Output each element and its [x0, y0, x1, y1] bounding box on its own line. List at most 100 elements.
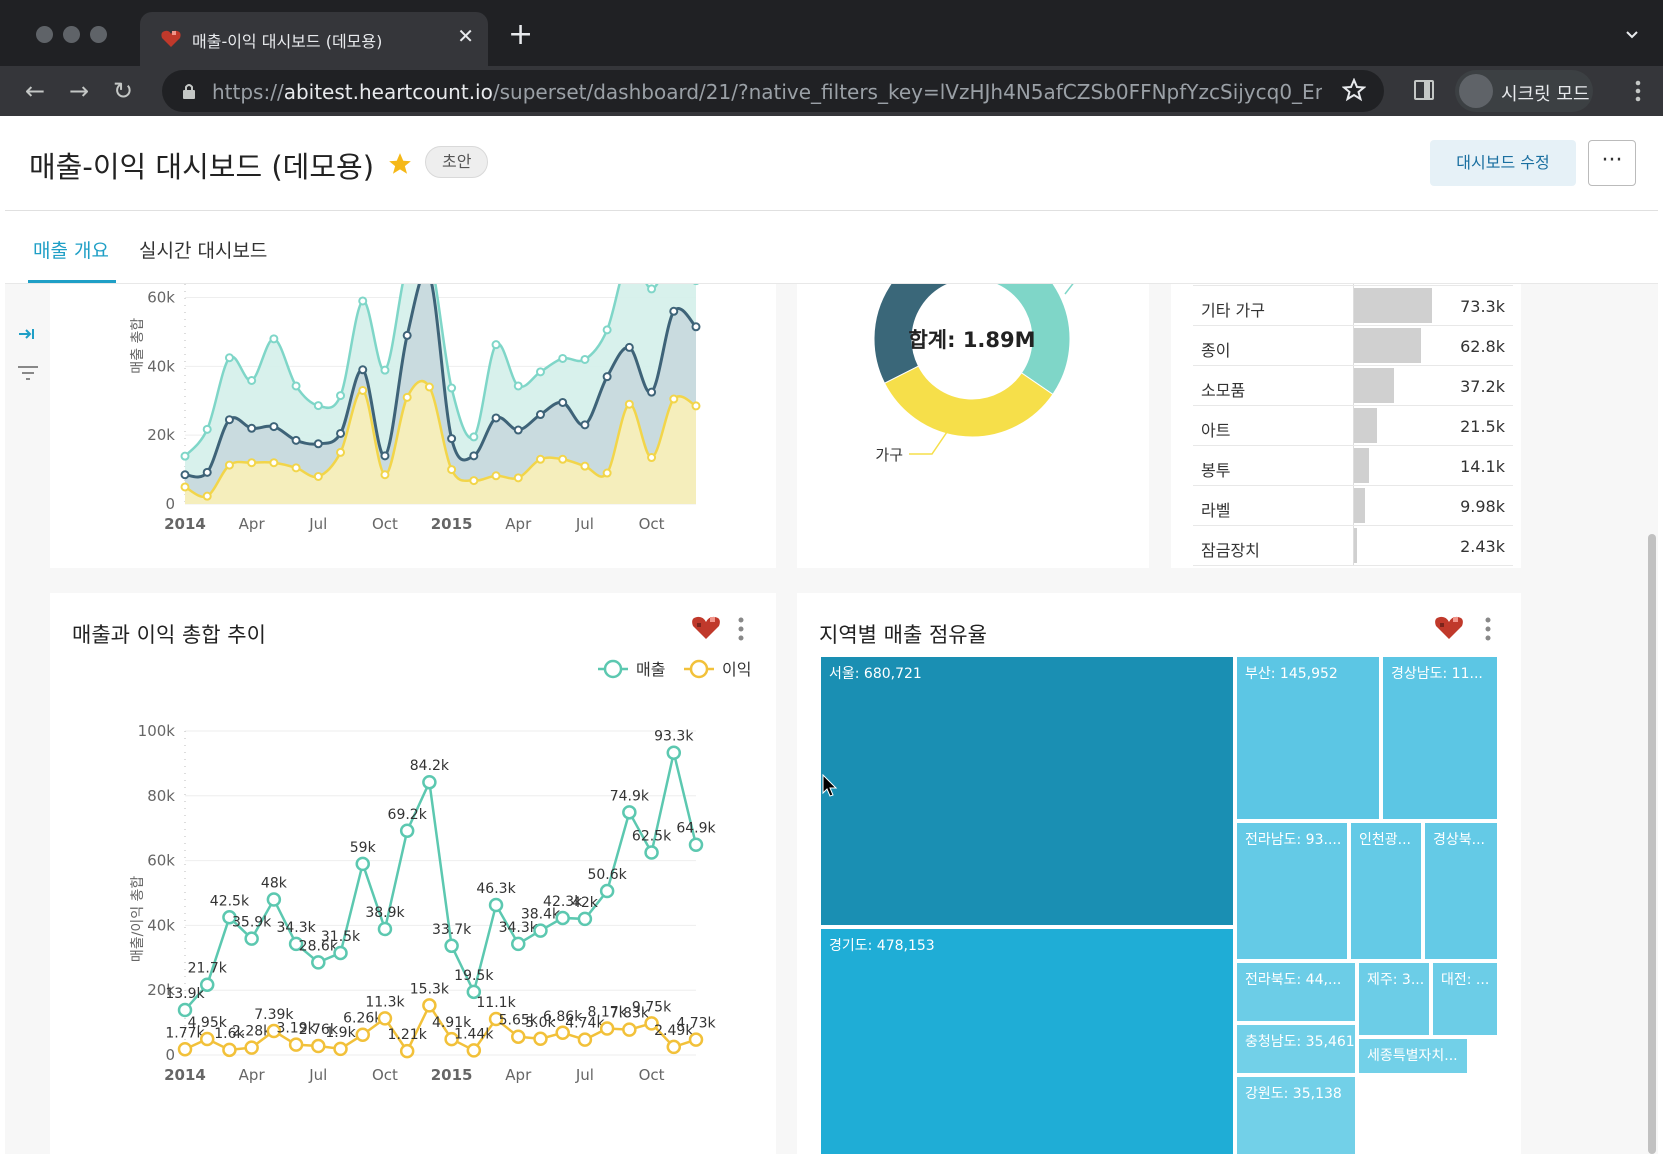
data-label: 1.44k [454, 1026, 494, 1042]
star-icon[interactable] [1342, 78, 1366, 102]
status-badge[interactable]: 초안 [425, 146, 489, 178]
tab-sales-overview[interactable]: 매출 개요 [33, 236, 109, 263]
treemap-cell-label: 강원도: 35,138 [1245, 1086, 1342, 1102]
area-point [469, 451, 479, 461]
reload-icon[interactable]: ↻ [110, 78, 136, 104]
plus-icon[interactable]: + [508, 20, 533, 50]
x-tick-label: Jul [575, 1066, 594, 1084]
table-bar [1354, 448, 1370, 483]
treemap-cell[interactable]: 경기도: 478,153 [819, 927, 1235, 1154]
donut-center-label: 합계: 1.89M [908, 328, 1035, 352]
area-point [580, 354, 590, 364]
treemap-cell[interactable]: 인천광... [1349, 821, 1423, 961]
data-point [555, 910, 570, 926]
treemap-title: 지역별 매출 점유율 [819, 623, 987, 647]
area-point [180, 482, 190, 492]
treemap-cell[interactable]: 부산: 145,952 [1235, 655, 1381, 821]
minimize-window-dot[interactable] [63, 26, 80, 43]
treemap-cell[interactable]: 경상남도: 11... [1381, 655, 1499, 821]
area-point [602, 468, 612, 478]
treemap-cell[interactable]: 제주: 3... [1357, 961, 1431, 1037]
treemap-cell-label: 경상북... [1433, 832, 1485, 848]
trend-chart-card: 매출과 이익 총합 추이 100k 80k 60k 40k 20k 0 매출/이익 총합 20… [50, 593, 776, 1154]
forward-icon[interactable]: → [66, 78, 92, 104]
area-point [491, 340, 501, 350]
data-label: 74.9k [610, 788, 650, 804]
browser-tab[interactable]: 매출-이익 대시보드 (데모용) ✕ [140, 12, 488, 66]
area-point [269, 422, 279, 432]
table-row-value: 62.8k [1460, 337, 1505, 356]
treemap-cell[interactable]: 충청남도: 35,461 [1235, 1023, 1357, 1075]
area-point [669, 306, 679, 316]
data-point [644, 845, 659, 860]
maximize-window-dot[interactable] [90, 26, 107, 43]
back-icon[interactable]: ← [22, 78, 48, 104]
area-point [380, 470, 390, 480]
data-label: 4.73k [676, 1016, 716, 1032]
side-panel-icon[interactable] [1414, 80, 1434, 100]
legend-marker [603, 659, 623, 679]
donut-chart: 합계: 1.89M 가구 [873, 284, 1074, 464]
x-tick-label: 2015 [431, 1066, 473, 1084]
area-point [224, 415, 234, 425]
edit-dashboard-button[interactable]: 대시보드 수정 [1430, 140, 1576, 186]
y-axis-label: 매출 총합 [130, 318, 146, 374]
y-tick-label: 0 [165, 1046, 175, 1064]
tab-realtime-dashboard[interactable]: 실시간 대시보드 [139, 236, 267, 263]
tab-search-icon[interactable] [1625, 28, 1639, 42]
area-point [202, 491, 212, 501]
area-point [247, 423, 257, 433]
category-table-card: 기타 가구 73.3k 종이 62.8k 소모품 37.2k 아트 21.5k 봉투 14.1k 라… [1171, 284, 1521, 568]
chart-menu-icon[interactable] [1485, 617, 1491, 641]
data-point [333, 945, 348, 961]
filter-icon[interactable] [17, 364, 39, 382]
x-tick-label: Apr [505, 1066, 532, 1084]
table-bar-cell [1353, 284, 1513, 285]
data-point [244, 1040, 259, 1055]
scrollbar-thumb[interactable] [1648, 534, 1656, 1154]
favorite-star-icon[interactable] [387, 151, 413, 177]
x-tick-label: Oct [372, 515, 398, 533]
data-label: 11.3k [365, 994, 405, 1010]
treemap-cell[interactable]: 대전: ... [1431, 961, 1499, 1037]
table-row-value: 73.3k [1460, 297, 1505, 316]
area-point [513, 425, 523, 435]
area-point [247, 375, 257, 385]
treemap-cell[interactable]: 전라남도: 93.... [1235, 821, 1349, 961]
x-tick-label: 2014 [164, 1066, 206, 1084]
close-icon[interactable]: ✕ [457, 24, 474, 48]
incognito-profile-button[interactable]: 시크릿 모드 [1455, 70, 1593, 112]
sales-area-chart-card: 60k 40k 20k 0 매출 총합 2014 Apr Jul Oct 2015 Apr Jul Oc… [50, 284, 776, 568]
treemap-cell[interactable]: 강원도: 35,138 [1235, 1075, 1357, 1154]
treemap-chart: 서울: 680,721 경기도: 478,153 부산: 145,952 경상남도: … [819, 655, 1499, 1154]
active-tab-indicator [28, 280, 116, 283]
page-scrollbar[interactable] [1646, 284, 1658, 1154]
address-bar[interactable]: https://abitest.heartcount.io/superset/d… [162, 70, 1384, 112]
expand-filters-icon[interactable] [17, 324, 37, 344]
kebab-menu-icon[interactable] [1635, 80, 1641, 102]
close-window-dot[interactable] [36, 26, 53, 43]
treemap-cell[interactable]: 전라북도: 44,... [1235, 961, 1357, 1023]
area-point [513, 473, 523, 483]
more-options-button[interactable]: ··· [1588, 140, 1636, 186]
x-tick-label: Apr [505, 515, 532, 533]
treemap-cell[interactable]: 세종특별자치... [1357, 1037, 1469, 1075]
url-host: abitest.heartcount.io [283, 80, 493, 104]
area-point [224, 353, 234, 363]
data-point [288, 1037, 304, 1052]
treemap-cell-label: 세종특별자치... [1367, 1048, 1458, 1064]
treemap-cell[interactable]: 서울: 680,721 [819, 655, 1235, 927]
area-point [269, 334, 279, 344]
data-label: 42.5k [210, 893, 250, 909]
table-row: 봉투 14.1k [1193, 446, 1513, 486]
table-row: 기타 가구 73.3k [1193, 286, 1513, 326]
table-row-value: 2.43k [1460, 537, 1505, 556]
dashboard-title[interactable]: 매출-이익 대시보드 (데모용) [29, 144, 374, 186]
area-point [447, 434, 457, 444]
data-label: 59k [350, 840, 377, 856]
data-label: 11.1k [476, 995, 516, 1011]
treemap-cell[interactable]: 경상북... [1423, 821, 1499, 961]
label-leader-line [1064, 284, 1074, 295]
data-point [666, 745, 682, 760]
y-tick-label: 0 [165, 495, 175, 513]
